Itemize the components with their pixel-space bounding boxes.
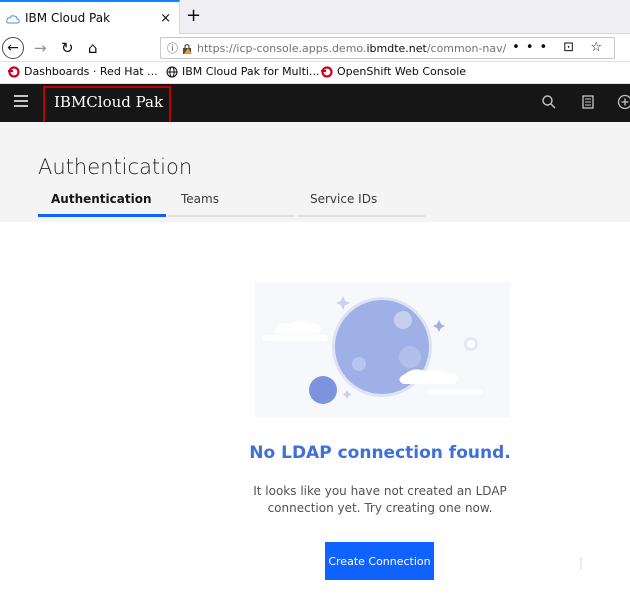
tab-service-ids[interactable]: Service IDs (310, 188, 377, 216)
bookmarks-bar: Dashboards · Red Hat ... IBM Cloud Pak f… (0, 62, 630, 84)
openshift-icon (8, 65, 20, 78)
scroll-indicator (580, 557, 582, 569)
create-connection-button[interactable]: Create Connection (325, 542, 434, 580)
page-actions-icons[interactable]: ••• ⊡ ☆ (512, 40, 608, 55)
tab-service-ids-indicator (297, 215, 425, 217)
browser-tab-bar: IBM Cloud Pak × + (0, 0, 630, 34)
page-title: Authentication (38, 155, 193, 179)
tab-teams-indicator (168, 215, 295, 217)
catalog-icon[interactable] (580, 94, 596, 110)
back-arrow-icon[interactable]: ← (2, 37, 24, 59)
reload-icon[interactable]: ↻ (61, 38, 74, 58)
openshift-icon (321, 65, 333, 78)
empty-state-illustration (255, 282, 510, 417)
info-icon[interactable]: ⓘ (167, 40, 178, 56)
forward-arrow-icon[interactable]: → (34, 38, 47, 58)
browser-nav-bar: ← → ↻ ⌂ ⓘ https://icp-console.apps.demo.… (0, 34, 630, 62)
bookmark-label: IBM Cloud Pak for Multi... (182, 65, 320, 78)
bookmark-ibm-cloud-pak[interactable]: IBM Cloud Pak for Multi... (166, 65, 319, 78)
lock-warning-icon[interactable] (182, 43, 192, 54)
bookmark-label: OpenShift Web Console (337, 65, 467, 78)
empty-state-title: No LDAP connection found. (249, 443, 511, 463)
tab-close-icon[interactable]: × (160, 11, 171, 26)
search-icon[interactable] (541, 94, 557, 110)
url-bar[interactable]: ⓘ https://icp-console.apps.demo.ibmdte.n… (160, 37, 615, 59)
add-icon[interactable] (617, 94, 630, 110)
bookmark-label: Dashboards · Red Hat ... (24, 65, 158, 78)
tab-teams[interactable]: Teams (181, 188, 219, 216)
url-prefix: https://icp-console.apps.demo. (197, 41, 367, 55)
url-text: https://icp-console.apps.demo.ibmdte.net… (197, 42, 507, 55)
browser-tab-title: IBM Cloud Pak (25, 11, 111, 25)
menu-icon[interactable] (14, 95, 28, 109)
url-domain: ibmdte.net (366, 41, 427, 55)
app-header: IBMCloud Pak (0, 84, 630, 129)
new-tab-icon[interactable]: + (186, 5, 201, 26)
brand-name[interactable]: IBMCloud Pak (54, 93, 163, 111)
bookmark-openshift-console[interactable]: OpenShift Web Console (321, 65, 466, 78)
url-suffix: /common-nav/ident (426, 41, 507, 55)
cloud-icon (6, 13, 20, 24)
globe-icon (166, 66, 178, 78)
empty-state-description: It looks like you have not created an LD… (253, 484, 507, 515)
bookmark-dashboards[interactable]: Dashboards · Red Hat ... (8, 65, 158, 78)
home-icon[interactable]: ⌂ (88, 38, 98, 58)
browser-tab[interactable]: IBM Cloud Pak × (0, 0, 180, 34)
page-header: Authentication Authentication Teams Serv… (0, 122, 630, 222)
tab-authentication-indicator (38, 214, 166, 217)
tab-authentication[interactable]: Authentication (51, 188, 152, 216)
